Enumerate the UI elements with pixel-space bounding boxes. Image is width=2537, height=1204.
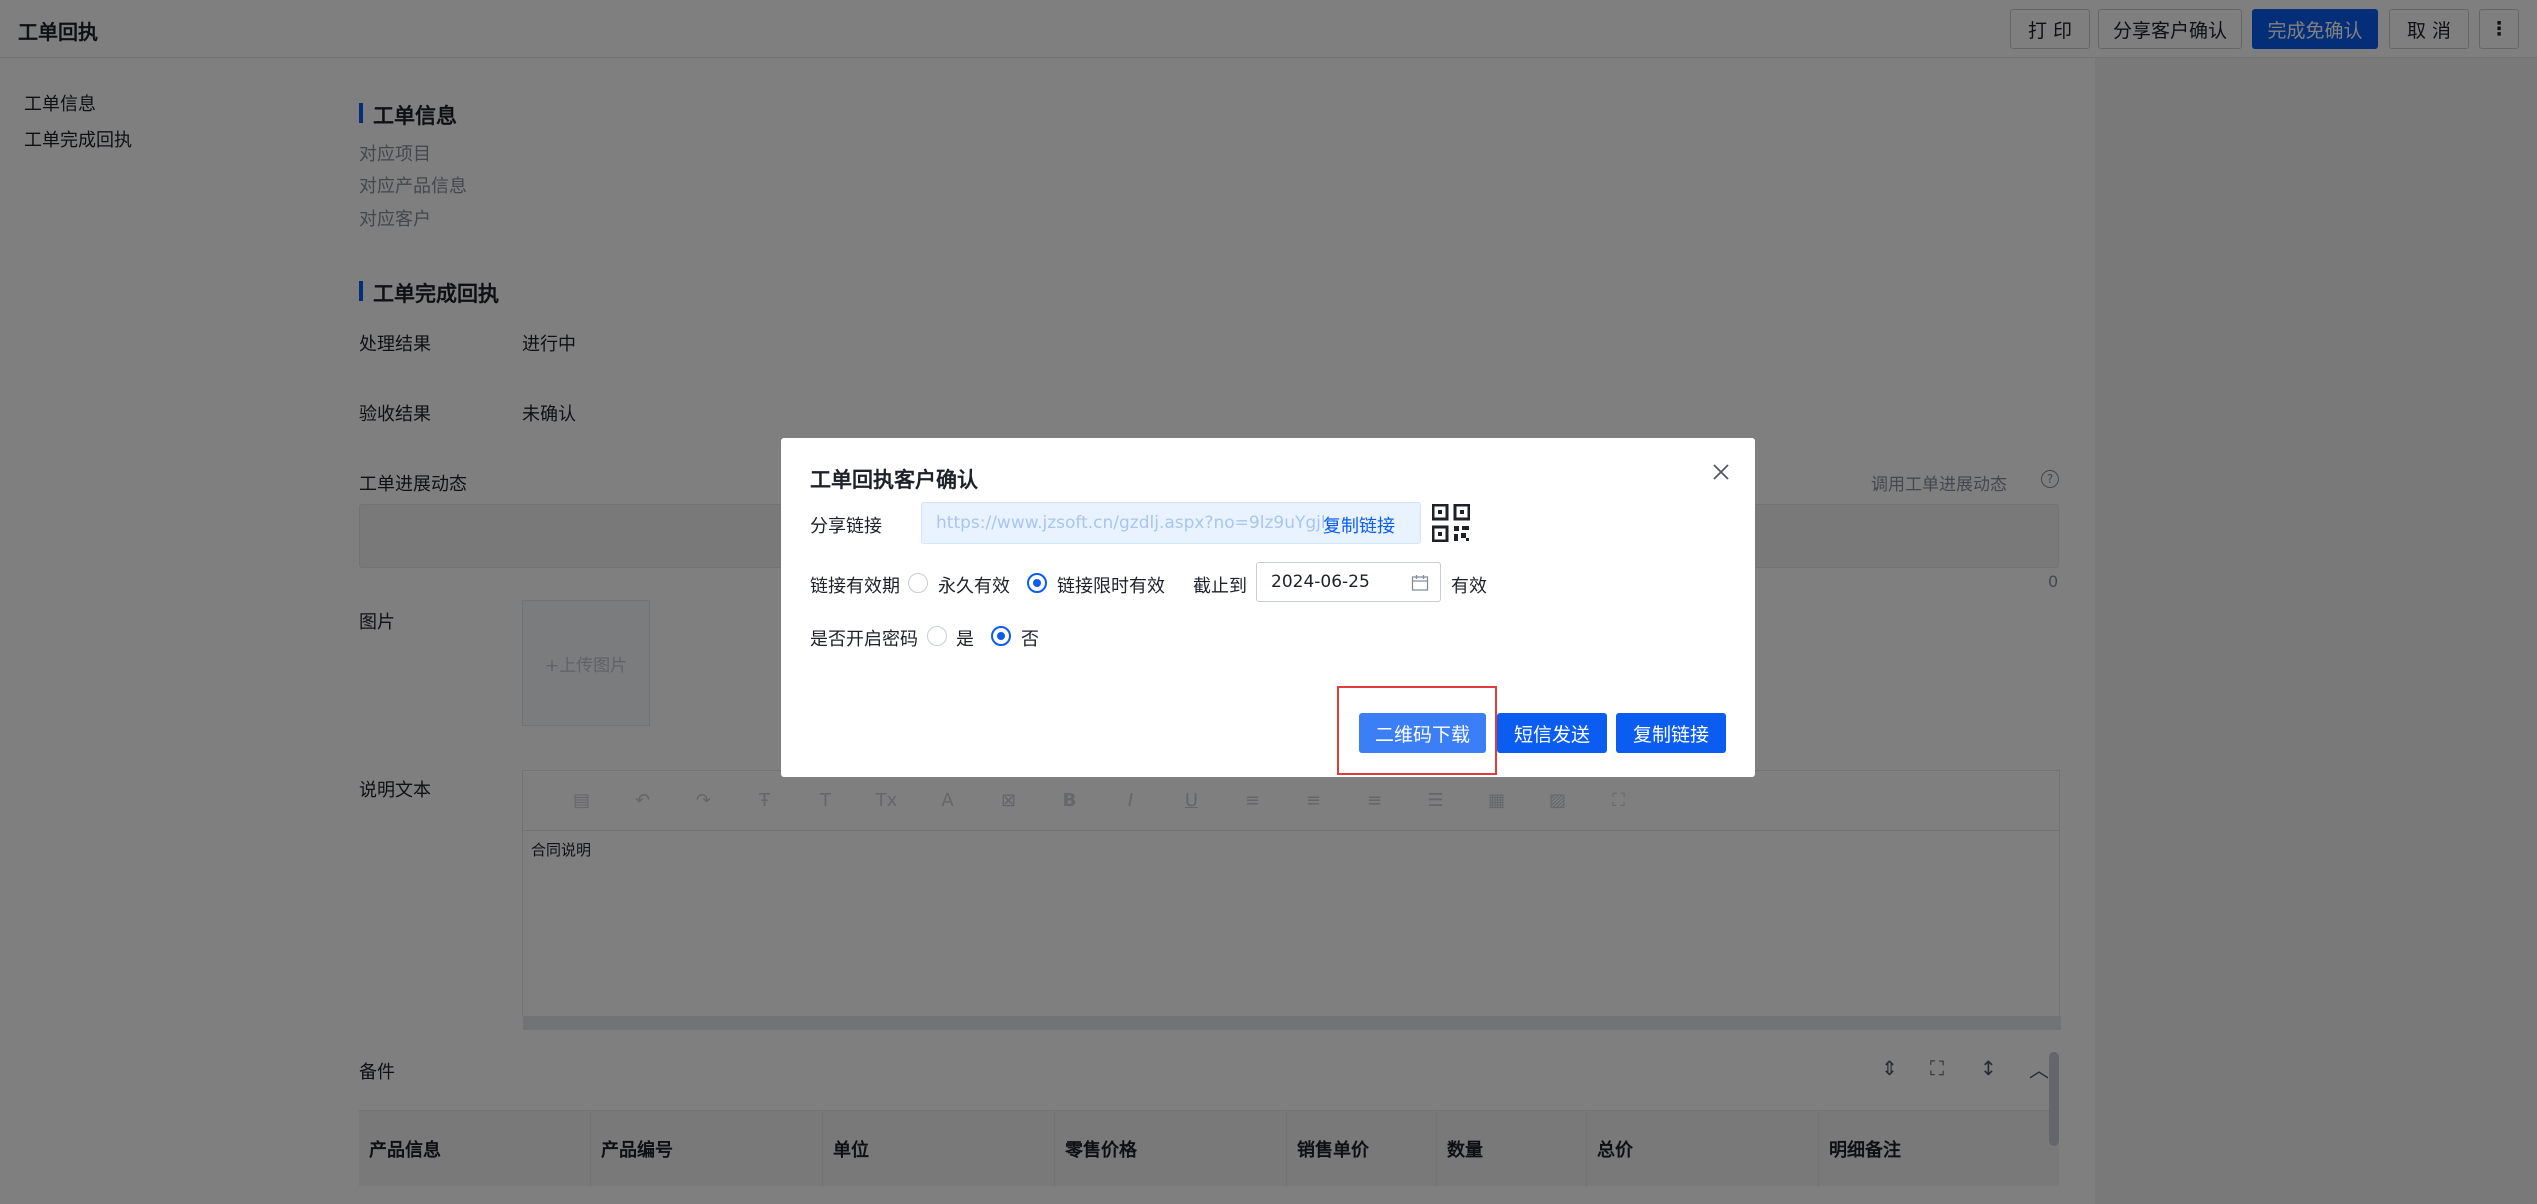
- sms-send-button[interactable]: 短信发送: [1497, 713, 1607, 753]
- calendar-icon: [1411, 575, 1429, 591]
- qr-code-icon[interactable]: [1432, 504, 1470, 542]
- close-icon[interactable]: [1709, 460, 1733, 484]
- share-link-url: https://www.jzsoft.cn/gzdlj.aspx?no=9lz9…: [936, 513, 1337, 533]
- until-date-value: 2024-06-25: [1271, 572, 1370, 592]
- password-label: 是否开启密码: [810, 629, 918, 650]
- radio-time-limited[interactable]: [1027, 573, 1047, 593]
- option-time-limited[interactable]: 链接限时有效: [1057, 572, 1165, 598]
- copy-link-button[interactable]: 复制链接: [1616, 713, 1726, 753]
- qr-download-button[interactable]: 二维码下载: [1359, 713, 1486, 753]
- option-permanent[interactable]: 永久有效: [938, 572, 1010, 598]
- option-password-no[interactable]: 否: [1021, 625, 1039, 651]
- validity-label: 链接有效期: [810, 576, 900, 597]
- copy-link-inline-button[interactable]: 复制链接: [1323, 512, 1395, 538]
- share-confirm-dialog: 工单回执客户确认 分享链接 https://www.jzsoft.cn/gzdl…: [781, 438, 1755, 777]
- radio-password-no[interactable]: [991, 626, 1011, 646]
- share-link-field[interactable]: https://www.jzsoft.cn/gzdlj.aspx?no=9lz9…: [921, 502, 1421, 544]
- until-label: 截止到: [1193, 576, 1247, 597]
- valid-suffix: 有效: [1451, 576, 1487, 597]
- share-link-label: 分享链接: [810, 516, 882, 537]
- radio-permanent[interactable]: [908, 573, 928, 593]
- until-date-picker[interactable]: 2024-06-25: [1256, 562, 1441, 602]
- radio-password-yes[interactable]: [927, 626, 947, 646]
- option-password-yes[interactable]: 是: [956, 625, 974, 651]
- dialog-title: 工单回执客户确认: [810, 468, 978, 492]
